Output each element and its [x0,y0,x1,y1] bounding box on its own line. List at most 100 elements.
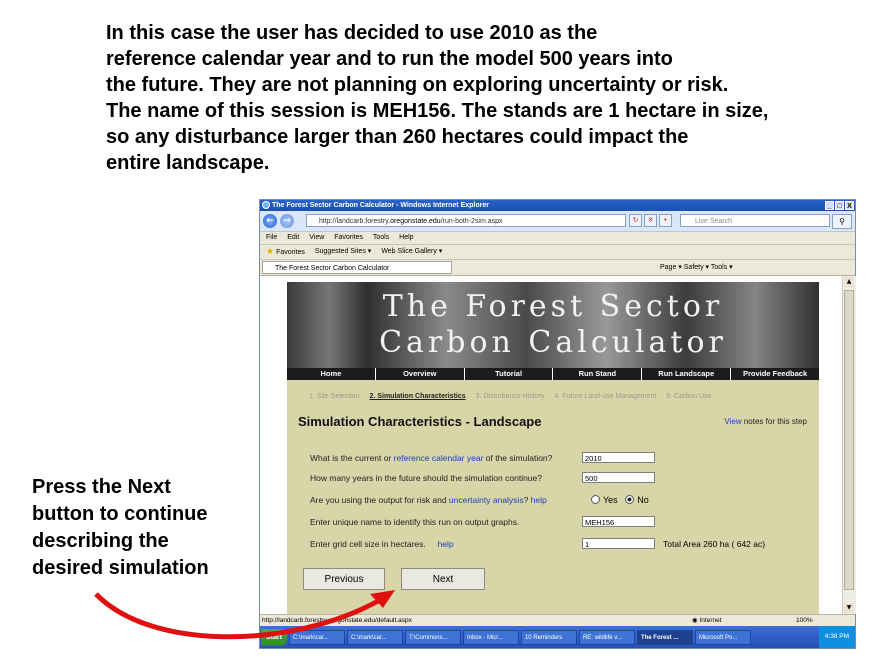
taskbar-item[interactable]: C:\mark\car... [346,629,403,645]
menu-edit[interactable]: Edit [287,234,299,241]
vertical-scrollbar[interactable]: ▲ ▼ [842,276,856,614]
address-path: /run-both-2sim.aspx [440,218,503,225]
menu-help[interactable]: Help [399,234,413,241]
favorites-bar: ★ Favorites Suggested Sites ▾ Web Slice G… [260,245,855,260]
calculator-site: The Forest Sector Carbon Calculator Home… [287,282,819,614]
nav-run-landscape[interactable]: Run Landscape [642,368,732,380]
side-note-line: Press the Next [32,476,171,498]
scroll-down-icon[interactable]: ▼ [844,603,854,613]
previous-button[interactable]: Previous [303,568,385,590]
nav-run-stand[interactable]: Run Stand [553,368,643,380]
menu-view[interactable]: View [309,234,324,241]
minimize-button[interactable]: _ [825,201,834,210]
nav-overview[interactable]: Overview [376,368,465,380]
taskbar-item[interactable]: 10 Reminders [520,629,577,645]
grid-cell-help-link[interactable]: help [438,539,454,549]
stop-icon[interactable]: ✕ [644,214,657,227]
star-icon: ★ [266,246,275,256]
view-notes-suffix: notes for this step [741,417,807,426]
view-notes-link[interactable]: View [724,417,741,426]
nav-provide-feedback[interactable]: Provide Feedback [731,368,819,380]
step-site-selection[interactable]: 1. Site Selection [309,393,360,400]
next-button[interactable]: Next [401,568,485,590]
taskbar-item-active[interactable]: The Forest ... [636,629,693,645]
window-title: The Forest Sector Carbon Calculator - Wi… [272,202,489,209]
start-button[interactable]: Start [261,628,287,646]
scroll-up-icon[interactable]: ▲ [844,277,854,287]
search-icon[interactable]: ⚲ [832,214,852,229]
radio-yes-label: Yes [603,495,618,505]
window-controls: _ □ X [825,201,854,210]
menu-favorites[interactable]: Favorites [334,234,363,241]
site-nav: Home Overview Tutorial Run Stand Run Lan… [287,368,819,380]
section-title: Simulation Characteristics - Landscape [298,414,542,429]
radio-yes[interactable] [591,495,600,504]
status-url: http://landcarb.forestry.oregonstate.edu… [262,617,412,624]
question-text: ? [523,495,531,505]
status-zone: ◉ Internet [692,615,722,626]
favorites-button[interactable]: ★ Favorites [266,244,305,260]
address-row: ← → http://landcarb.forestry.oregonstate… [260,211,855,232]
web-slice-gallery-button[interactable]: Web Slice Gallery ▾ [381,245,442,259]
browser-tab[interactable]: The Forest Sector Carbon Calculator [262,261,452,274]
command-bar[interactable]: Page ▾ Safety ▾ Tools ▾ [660,261,733,274]
nav-home[interactable]: Home [287,368,376,380]
radio-no-label: No [637,495,649,505]
suggested-sites-button[interactable]: Suggested Sites ▾ [315,245,371,259]
maximize-button[interactable]: □ [835,201,844,210]
scroll-thumb[interactable] [844,290,854,590]
step-future-land-use[interactable]: 4. Future Land-use Management [554,393,656,400]
grid-cell-input[interactable]: 1 [582,538,655,549]
uncertainty-radio-group: Yes No [591,494,649,506]
close-button[interactable]: X [845,201,854,210]
uncertainty-help-link[interactable]: help [531,495,547,505]
address-bar[interactable]: http://landcarb.forestry.oregonstate.edu… [306,214,626,227]
zoom-level[interactable]: 100% [796,615,813,626]
question-text: of the simulation? [483,453,553,463]
taskbar-item[interactable]: C:\mark\car... [288,629,345,645]
question-text: Enter grid cell size in hectares. [310,539,426,549]
taskbar-item[interactable]: RE: wildlife v... [578,629,635,645]
run-name-input[interactable]: MEH156 [582,516,655,527]
uncertainty-analysis-link[interactable]: uncertainty analysis [449,495,524,505]
future-years-input[interactable]: 500 [582,472,655,483]
caption-line: the future. They are not planning on exp… [106,74,729,96]
address-prefix: http://landcarb.forestry. [319,218,391,225]
status-bar: http://landcarb.forestry.oregonstate.edu… [260,614,855,626]
step-carbon-use[interactable]: 5. Carbon Use [666,393,711,400]
view-notes: View notes for this step [724,416,807,428]
step-tabs: 1. Site Selection 2. Simulation Characte… [309,392,719,402]
window-titlebar: The Forest Sector Carbon Calculator - Wi… [260,200,855,211]
back-arrow-icon[interactable]: ← [263,214,277,228]
rss-icon[interactable]: • [659,214,672,227]
live-search-input[interactable]: Live Search [680,214,830,227]
nav-tutorial[interactable]: Tutorial [465,368,554,380]
side-note-line: describing the [32,530,169,552]
menu-tools[interactable]: Tools [373,234,389,241]
favorites-label: Favorites [276,249,305,256]
step-simulation-characteristics[interactable]: 2. Simulation Characteristics [370,393,466,400]
address-actions: ↻ ✕ • [629,214,672,227]
caption-line: The name of this session is MEH156. The … [106,100,769,122]
instruction-caption: In this case the user has decided to use… [106,20,866,176]
menu-file[interactable]: File [266,234,277,241]
ie-icon [262,201,270,209]
reference-year-link[interactable]: reference calendar year [394,453,484,463]
taskbar-item[interactable]: T:\Commons... [404,629,461,645]
step-disturbance-history[interactable]: 3. Disturbance History [476,393,545,400]
side-note-line: button to continue [32,503,208,525]
banner-title-line2: Carbon Calculator [379,325,727,360]
question-text: What is the current or [310,453,394,463]
forward-arrow-icon[interactable]: → [280,214,294,228]
reference-year-input[interactable]: 2010 [582,452,655,463]
caption-line: so any disturbance larger than 260 hecta… [106,126,689,148]
refresh-icon[interactable]: ↻ [629,214,642,227]
question-uncertainty: Are you using the output for risk and un… [310,494,547,506]
site-banner: The Forest Sector Carbon Calculator [287,282,819,368]
taskbar-item[interactable]: Inbox - Micr... [462,629,519,645]
caption-line: reference calendar year and to run the m… [106,48,673,70]
radio-no[interactable] [625,495,635,504]
taskbar-item[interactable]: Microsoft Po... [694,629,751,645]
side-note: Press the Next button to continue descri… [32,474,252,582]
question-text: Are you using the output for risk and [310,495,449,505]
